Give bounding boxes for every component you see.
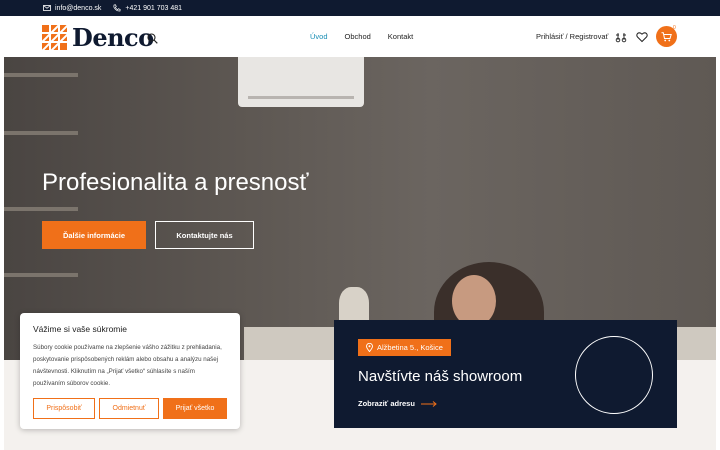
top-bar: info@denco.sk +421 901 703 481 <box>0 0 720 16</box>
phone-icon <box>113 4 122 12</box>
logo[interactable]: Denco <box>42 23 154 52</box>
nav-item-home[interactable]: Úvod <box>310 32 328 41</box>
show-address-link[interactable]: Zobraziť adresu <box>358 399 437 408</box>
hero-shelf <box>4 131 78 135</box>
hero-shelf <box>4 207 78 211</box>
site-header: Denco Úvod Obchod Kontakt Prihlásiť / Re… <box>0 16 720 57</box>
showroom-card: Alžbetina 5., Košice Navštívte náš showr… <box>334 320 677 428</box>
accept-all-button[interactable]: Prijať všetko <box>163 398 227 419</box>
customize-button[interactable]: Prispôsobiť <box>33 398 95 419</box>
logo-mark-icon <box>42 24 68 51</box>
main-nav: Úvod Obchod Kontakt <box>310 32 430 41</box>
reject-button[interactable]: Odmietnuť <box>99 398 159 419</box>
login-register-link[interactable]: Prihlásiť / Registrovať <box>536 32 608 41</box>
logo-text: Denco <box>72 23 154 52</box>
cart-count-badge: 0 <box>673 25 676 31</box>
showroom-title: Navštívte náš showroom <box>358 368 523 385</box>
address-text: Alžbetina 5., Košice <box>377 343 443 352</box>
compare-icon[interactable] <box>615 30 627 48</box>
decorative-circle <box>575 336 653 414</box>
nav-item-shop[interactable]: Obchod <box>345 32 371 41</box>
more-info-button[interactable]: Ďalšie informácie <box>42 221 146 249</box>
cookie-buttons: Prispôsobiť Odmietnuť Prijať všetko <box>33 398 231 419</box>
arrow-right-icon <box>420 400 437 407</box>
show-address-label: Zobraziť adresu <box>358 399 415 408</box>
location-pin-icon <box>366 343 373 352</box>
cookie-title: Vážime si vaše súkromie <box>33 324 128 334</box>
mail-icon <box>43 5 51 11</box>
hero-shelf <box>4 273 78 277</box>
heart-icon[interactable] <box>636 30 648 48</box>
cart-icon <box>661 31 672 41</box>
hero-shelf <box>4 73 78 77</box>
air-conditioner-image <box>238 57 364 107</box>
phone-item[interactable]: +421 901 703 481 <box>113 4 182 12</box>
hero-title: Profesionalita a presnosť <box>42 169 309 196</box>
contact-us-button[interactable]: Kontaktujte nás <box>155 221 254 249</box>
nav-item-contact[interactable]: Kontakt <box>388 32 413 41</box>
cookie-consent-dialog: Vážime si vaše súkromie Súbory cookie po… <box>20 313 240 429</box>
email-text: info@denco.sk <box>55 4 102 12</box>
address-badge: Alžbetina 5., Košice <box>358 339 451 356</box>
cookie-text: Súbory cookie používame na zlepšenie váš… <box>33 344 222 387</box>
search-icon[interactable] <box>147 31 158 49</box>
phone-text: +421 901 703 481 <box>125 4 183 12</box>
email-item[interactable]: info@denco.sk <box>43 5 101 12</box>
